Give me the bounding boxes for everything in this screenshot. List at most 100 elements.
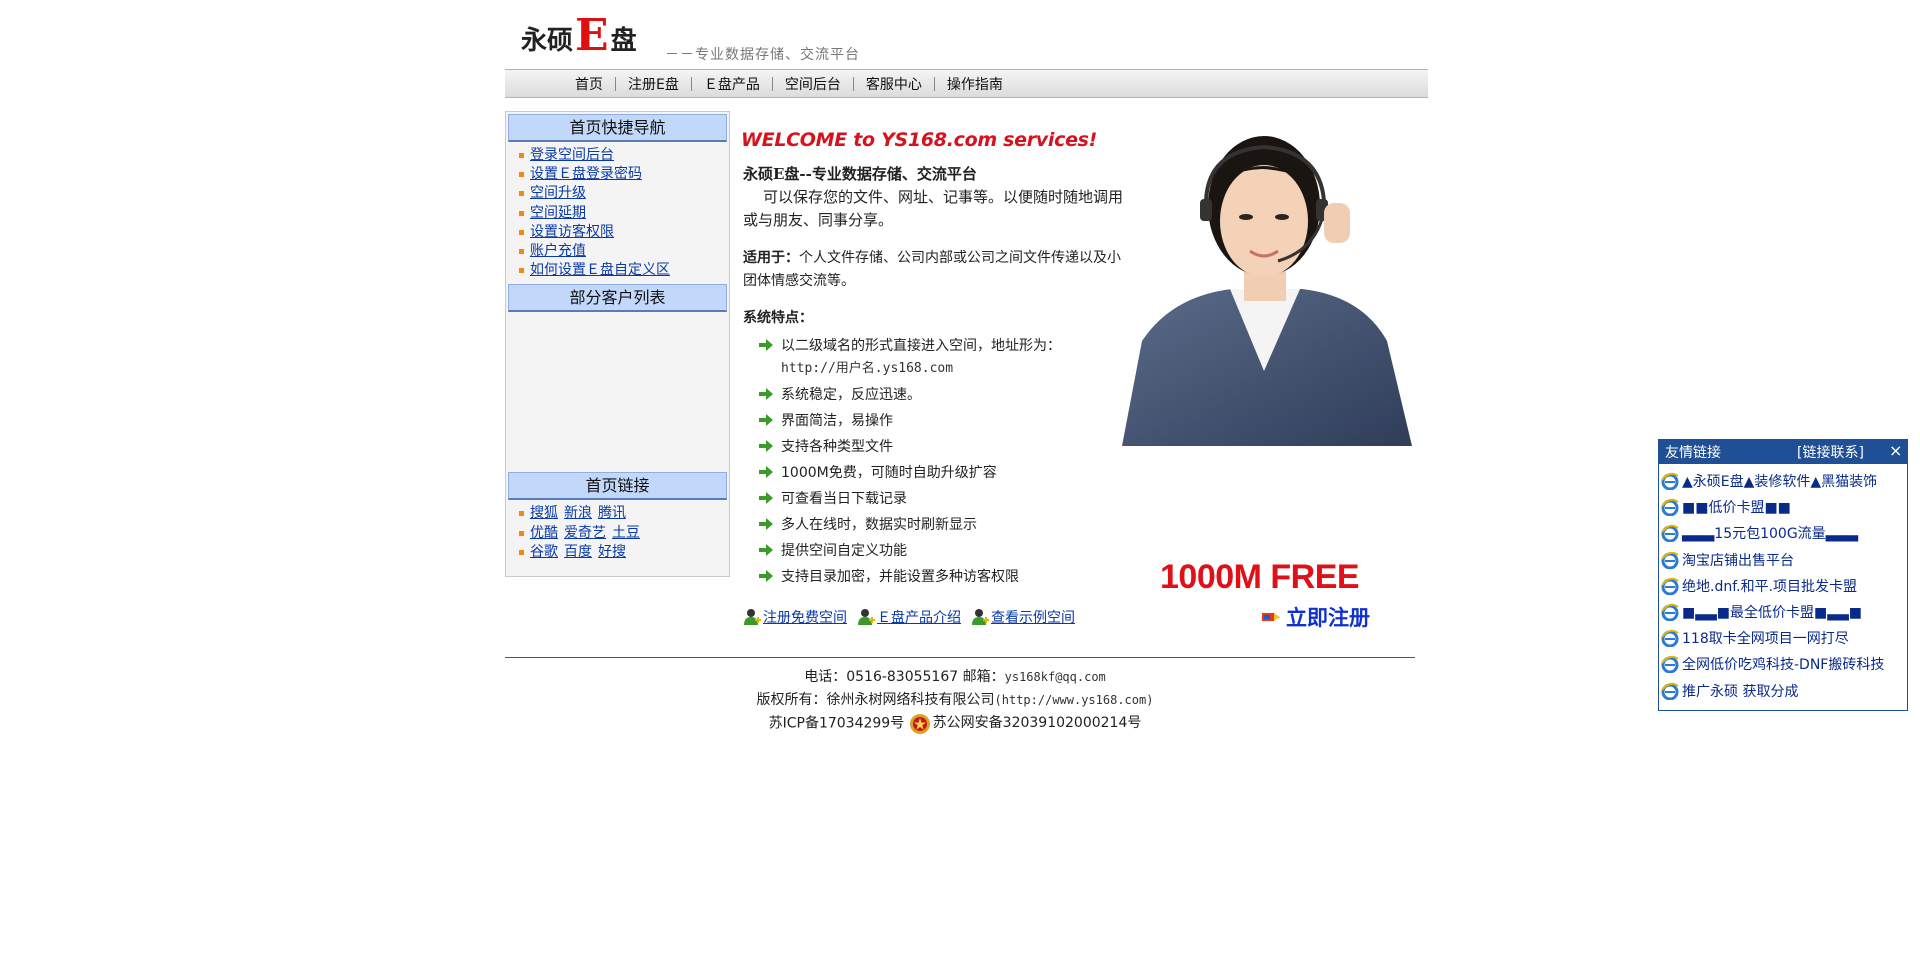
green-arrow-icon <box>759 339 773 351</box>
link-google[interactable]: 谷歌 <box>530 544 558 560</box>
sample-space-link[interactable]: 查看示例空间 <box>991 607 1075 627</box>
nav-service[interactable]: 客服中心 <box>854 74 934 94</box>
main-content: WELCOME to YS168.com services! 永硕E盘--专业数… <box>735 111 1425 651</box>
main-nav: 首页 注册E盘 Ｅ盘产品 空间后台 客服中心 操作指南 <box>505 70 1428 98</box>
list-item: 空间延期 <box>516 204 727 223</box>
friend-links-list: ▲永硕E盘▲装修软件▲黑猫装饰 ■■低价卡盟■■ ▃▃▃15元包100G流量▃▃… <box>1659 464 1907 704</box>
features-title: 系统特点： <box>743 310 813 326</box>
green-arrow-icon <box>759 440 773 452</box>
quick-nav-recharge[interactable]: 账户充值 <box>530 243 586 259</box>
feature-text: 以二级域名的形式直接进入空间，地址形为： <box>781 338 1061 354</box>
product-intro-link[interactable]: Ｅ盘产品介绍 <box>877 607 961 627</box>
link-tudou[interactable]: 土豆 <box>612 525 640 541</box>
friend-links-panel: 友情链接 [链接联系] × ▲永硕E盘▲装修软件▲黑猫装饰 ■■低价卡盟■■ ▃… <box>1658 439 1908 711</box>
list-item: 优酷 爱奇艺 土豆 <box>516 524 727 543</box>
friend-link[interactable]: ■■低价卡盟■■ <box>1682 497 1791 517</box>
nav-register[interactable]: 注册E盘 <box>616 74 691 94</box>
friend-link[interactable]: ▲永硕E盘▲装修软件▲黑猫装饰 <box>1682 471 1877 491</box>
icp-link[interactable]: 苏ICP备17034299号 <box>769 716 905 732</box>
ie-icon <box>1661 629 1679 648</box>
nav-admin[interactable]: 空间后台 <box>773 74 853 94</box>
intro-title: 永硕E盘--专业数据存储、交流平台 <box>743 165 977 183</box>
nav-guide[interactable]: 操作指南 <box>935 74 1015 94</box>
list-item: 谷歌 百度 好搜 <box>516 543 727 562</box>
link-iqiyi[interactable]: 爱奇艺 <box>564 525 606 541</box>
quick-nav-password[interactable]: 设置Ｅ盘登录密码 <box>530 166 642 182</box>
friend-link[interactable]: 118取卡全网项目一网打尽 <box>1682 628 1849 648</box>
list-item: 多人在线时，数据实时刷新显示 <box>759 514 1119 536</box>
footer-records: 苏ICP备17034299号 苏公网安备32039102000214号 <box>505 712 1405 736</box>
friend-links-title: 友情链接 <box>1665 445 1721 461</box>
list-item: 设置Ｅ盘登录密码 <box>516 165 727 184</box>
green-arrow-icon <box>759 492 773 504</box>
quick-nav-login[interactable]: 登录空间后台 <box>530 147 614 163</box>
friend-link[interactable]: ▃▃▃15元包100G流量▃▃▃ <box>1682 523 1858 543</box>
site-slogan: －－专业数据存储、交流平台 <box>665 47 860 63</box>
nav-products[interactable]: Ｅ盘产品 <box>692 74 772 94</box>
site-footer: 电话：0516-83055167 邮箱：ys168kf@qq.com 版权所有：… <box>505 666 1405 736</box>
friend-link[interactable]: ■▃▃■最全低价卡盟■▃▃■ <box>1682 602 1862 622</box>
list-item: 淘宝店铺出售平台 <box>1661 547 1905 573</box>
list-item: 提供空间自定义功能 <box>759 540 1119 562</box>
list-item: 推广永硕 获取分成 <box>1661 678 1905 704</box>
quick-nav-custom-area[interactable]: 如何设置Ｅ盘自定义区 <box>530 262 670 278</box>
link-baidu[interactable]: 百度 <box>564 544 592 560</box>
link-sina[interactable]: 新浪 <box>564 505 592 521</box>
quick-nav-upgrade[interactable]: 空间升级 <box>530 185 586 201</box>
sidebar: 首页快捷导航 登录空间后台 设置Ｅ盘登录密码 空间升级 空间延期 设置访客权限 … <box>505 111 730 577</box>
feature-text: 1000M免费，可随时自助升级扩容 <box>781 465 997 481</box>
quick-link-item: Ｅ盘产品介绍 <box>857 607 961 627</box>
logo-text-left: 永硕 <box>521 26 574 56</box>
link-sohu[interactable]: 搜狐 <box>530 505 558 521</box>
suitable-for: 适用于：个人文件存储、公司内部或公司之间文件传递以及小团体情感交流等。 <box>743 247 1123 293</box>
link-contact[interactable]: [链接联系] <box>1797 442 1864 462</box>
site-logo[interactable]: 永硕 E 盘 <box>521 14 637 58</box>
list-item: 设置访客权限 <box>516 223 727 242</box>
friend-link[interactable]: 全网低价吃鸡科技-DNF搬砖科技 <box>1682 654 1884 674</box>
friend-link[interactable]: 绝地.dnf.和平.项目批发卡盟 <box>1682 576 1857 596</box>
ie-icon <box>1661 551 1679 569</box>
list-item: 支持各种类型文件 <box>759 436 1119 458</box>
register-now-button[interactable]: 立即注册 <box>1262 602 1370 632</box>
feature-text: 系统稳定，反应迅速。 <box>781 387 921 403</box>
footer-company-url: (http://www.ys168.com) <box>994 693 1154 707</box>
link-youku[interactable]: 优酷 <box>530 525 558 541</box>
ie-icon <box>1661 603 1679 622</box>
footer-divider <box>505 657 1415 658</box>
suitable-label: 适用于： <box>743 250 799 266</box>
feature-text: 支持目录加密，并能设置多种访客权限 <box>781 569 1019 585</box>
feature-text: 界面简洁，易操作 <box>781 413 893 429</box>
green-arrow-icon <box>759 414 773 426</box>
feature-text: 多人在线时，数据实时刷新显示 <box>781 517 977 533</box>
suitable-text: 个人文件存储、公司内部或公司之间文件传递以及小团体情感交流等。 <box>743 250 1121 289</box>
footer-email: ys168kf@qq.com <box>1004 670 1106 684</box>
list-item: 界面简洁，易操作 <box>759 410 1119 432</box>
close-icon[interactable]: × <box>1889 443 1903 459</box>
link-haosou[interactable]: 好搜 <box>598 544 626 560</box>
welcome-banner: WELCOME to YS168.com services! <box>741 129 1098 151</box>
list-item: 1000M免费，可随时自助升级扩容 <box>759 462 1119 484</box>
nav-home[interactable]: 首页 <box>563 74 615 94</box>
quick-link-item: 查看示例空间 <box>971 607 1075 627</box>
list-item: 绝地.dnf.和平.项目批发卡盟 <box>1661 573 1905 599</box>
feature-text: 提供空间自定义功能 <box>781 543 907 559</box>
police-record-link[interactable]: 苏公网安备32039102000214号 <box>933 712 1142 735</box>
green-arrow-icon <box>759 388 773 400</box>
friend-link[interactable]: 淘宝店铺出售平台 <box>1682 550 1794 570</box>
list-item: 全网低价吃鸡科技-DNF搬砖科技 <box>1661 651 1905 677</box>
user-add-icon <box>858 609 875 625</box>
feature-url-example: http://用户名.ys168.com <box>781 361 954 376</box>
ie-icon <box>1661 577 1679 595</box>
register-free-link[interactable]: 注册免费空间 <box>763 607 847 627</box>
ie-icon <box>1661 472 1679 491</box>
quick-nav-permissions[interactable]: 设置访客权限 <box>530 224 614 240</box>
list-item: 系统稳定，反应迅速。 <box>759 384 1119 406</box>
logo-text-right: 盘 <box>610 26 637 56</box>
logo-e-letter: E <box>575 10 609 61</box>
ie-icon <box>1661 682 1679 700</box>
quick-nav-extend[interactable]: 空间延期 <box>530 205 586 221</box>
friend-link[interactable]: 推广永硕 获取分成 <box>1682 681 1798 701</box>
user-add-icon <box>972 609 989 625</box>
ie-icon <box>1661 525 1679 543</box>
link-tencent[interactable]: 腾讯 <box>598 505 626 521</box>
